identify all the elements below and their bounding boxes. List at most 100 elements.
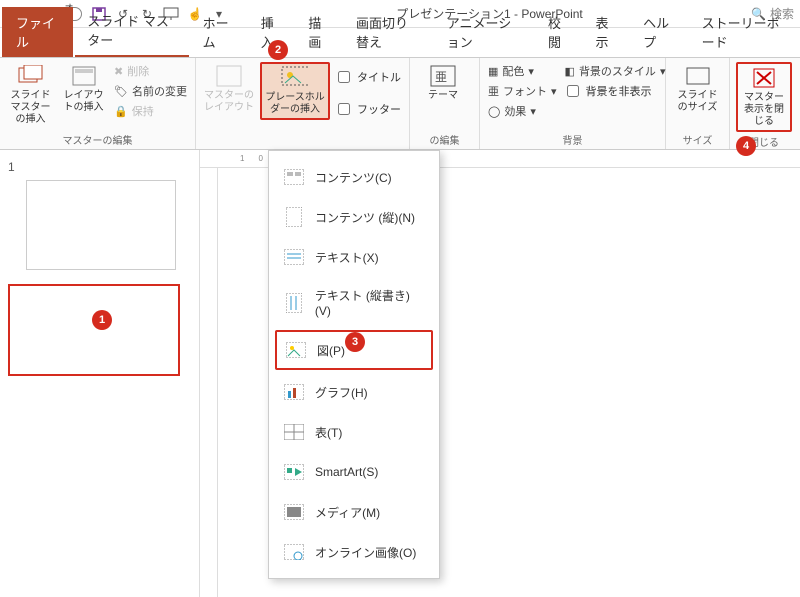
dd-text-vertical[interactable]: テキスト (縦書き)(V) [269,277,439,328]
slide-thumb-1[interactable] [26,180,176,270]
tab-view[interactable]: 表示 [584,7,630,57]
bg-styles-icon: ◧ [565,65,575,78]
dd-table[interactable]: 表(T) [269,412,439,452]
dd-media[interactable]: メディア(M) [269,492,439,532]
tab-file[interactable]: ファイル [2,7,73,57]
dd-online-image[interactable]: オンライン画像(O) [269,532,439,572]
tab-slide-master[interactable]: スライド マスター [75,5,188,57]
layout-thumb-marker[interactable] [8,284,180,376]
delete-button[interactable]: ✖ 削除 [112,62,189,80]
insert-layout-label: レイアウトの挿入 [61,90,106,114]
group-theme-label-l: の編集 [416,130,473,147]
content-v-icon [283,207,305,227]
dd-label: オンライン画像(O) [315,544,416,561]
table-icon [283,422,305,442]
colors-label: 配色 [502,63,524,79]
dd-label: 図(P) [317,342,345,359]
themes-label: テーマ [428,90,458,102]
close-master-label: マスター表示を閉じる [740,92,788,128]
fonts-button[interactable]: 亜フォント ▾ [486,82,559,100]
ribbon-tabs: ファイル スライド マスター ホーム 挿入 描画 画面切り替え アニメーション … [0,28,800,58]
text-v-icon [283,293,305,313]
slide-master-icon [17,64,45,88]
thumb-number: 1 [8,160,191,174]
dd-label: テキスト(X) [315,249,379,266]
close-icon [750,66,778,90]
dd-label: メディア(M) [315,504,380,521]
badge-3: 3 [345,332,365,352]
title-checkbox[interactable]: タイトル [334,68,401,86]
themes-button[interactable]: 亜 テーマ [416,62,470,104]
ruler-vertical [200,168,218,597]
effects-label: 効果 [504,103,526,119]
dd-text[interactable]: テキスト(X) [269,237,439,277]
svg-text:亜: 亜 [435,70,447,84]
badge-1: 1 [92,310,112,330]
media-icon [283,502,305,522]
master-layout-button[interactable]: マスターのレイアウト [202,62,256,116]
placeholder-icon [281,66,309,90]
close-master-button[interactable]: マスター表示を閉じる [736,62,792,132]
effects-icon: ◯ [488,105,500,118]
ribbon: スライド マスターの挿入 レイアウトの挿入 ✖ 削除 🏷 名前の変更 🔒保持 マスタ… [0,58,800,150]
group-edit-master-label: マスターの編集 [6,130,189,147]
picture-icon [285,340,307,360]
tab-draw[interactable]: 描画 [296,7,342,57]
badge-2: 2 [268,40,288,60]
footer-checkbox[interactable]: フッター [334,100,401,118]
dd-label: コンテンツ (縦)(N) [315,209,415,226]
dd-label: テキスト (縦書き)(V) [315,287,425,318]
dd-content-vertical[interactable]: コンテンツ (縦)(N) [269,197,439,237]
tab-transitions[interactable]: 画面切り替え [344,7,433,57]
badge-4: 4 [736,136,756,156]
group-master-layout: マスターのレイアウト プレースホルダーの挿入 タイトル フッター [196,58,410,149]
tab-help[interactable]: ヘルプ [631,7,687,57]
thumbnail-pane: 1 [0,150,200,597]
group-background-label: 背景 [486,130,659,147]
preserve-label: 保持 [132,103,154,119]
chart-icon [283,382,305,402]
title-cb-label: タイトル [357,69,401,85]
group-master-layout-label [202,134,403,147]
group-size: スライドのサイズ サイズ [666,58,730,149]
bg-styles-label: 背景のスタイル [579,63,656,79]
effects-button[interactable]: ◯効果 ▾ [486,102,559,120]
colors-button[interactable]: ▦配色 ▾ [486,62,559,80]
rename-button[interactable]: 🏷 名前の変更 [112,82,189,100]
bg-styles-button[interactable]: ◧背景のスタイル ▾ [563,62,668,80]
text-icon [283,247,305,267]
dd-smartart[interactable]: SmartArt(S) [269,452,439,492]
dd-content[interactable]: コンテンツ(C) [269,157,439,197]
tab-storyboard[interactable]: ストーリーボード [690,7,800,57]
colors-icon: ▦ [488,65,498,78]
rename-label: 名前の変更 [132,83,187,99]
rename-icon: 🏷 [114,85,128,98]
group-edit-master: スライド マスターの挿入 レイアウトの挿入 ✖ 削除 🏷 名前の変更 🔒保持 マスタ… [0,58,196,149]
fonts-label: フォント [503,83,547,99]
group-theme: 亜 テーマ の編集 [410,58,480,149]
slide-size-label: スライドのサイズ [674,90,721,114]
smartart-icon [283,462,305,482]
preserve-button[interactable]: 🔒保持 [112,102,189,120]
tab-review[interactable]: 校閲 [536,7,582,57]
insert-slide-master-label: スライド マスターの挿入 [8,90,53,126]
dd-chart[interactable]: グラフ(H) [269,372,439,412]
hide-bg-label: 背景を非表示 [586,83,652,99]
hide-bg-checkbox[interactable]: 背景を非表示 [563,82,668,100]
online-image-icon [283,542,305,562]
content-icon [283,167,305,187]
master-layout-icon [215,64,243,88]
slide-size-icon [684,64,712,88]
insert-slide-master-button[interactable]: スライド マスターの挿入 [6,62,55,128]
tab-animations[interactable]: アニメーション [435,7,534,57]
slide-size-button[interactable]: スライドのサイズ [672,62,723,116]
group-background: ▦配色 ▾ 亜フォント ▾ ◯効果 ▾ ◧背景のスタイル ▾ 背景を非表示 背景 [480,58,666,149]
insert-layout-button[interactable]: レイアウトの挿入 [59,62,108,116]
themes-icon: 亜 [429,64,457,88]
footer-cb-label: フッター [357,101,401,117]
delete-label: 削除 [127,63,149,79]
dd-label: SmartArt(S) [315,465,378,479]
tab-home[interactable]: ホーム [191,7,247,57]
delete-icon: ✖ [114,65,123,78]
insert-placeholder-button[interactable]: プレースホルダーの挿入 [260,62,330,120]
